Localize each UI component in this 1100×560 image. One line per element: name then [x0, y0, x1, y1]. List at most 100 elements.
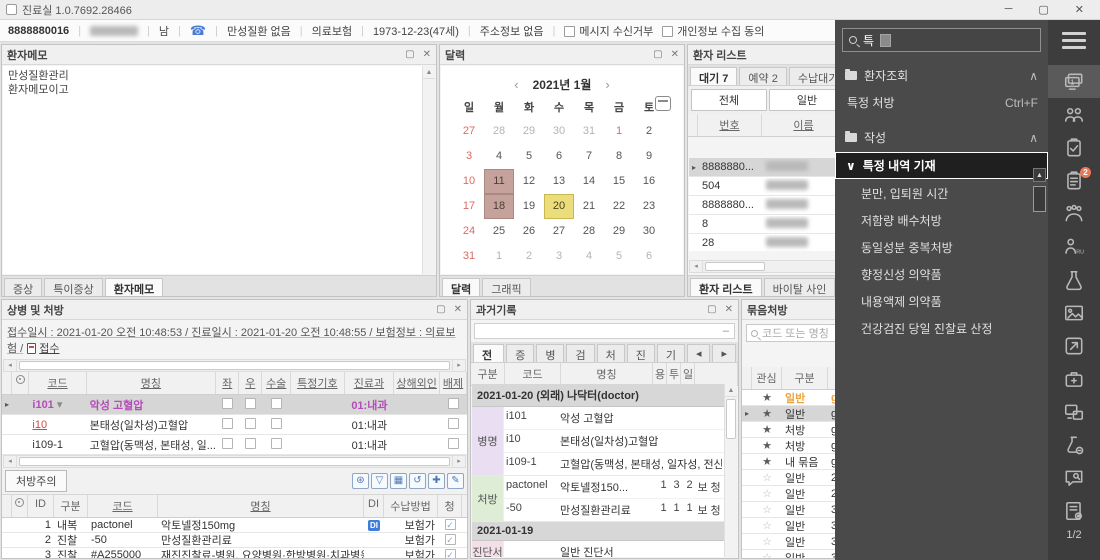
patient-list-bottom-tab-1[interactable]: 바이탈 사인 — [763, 278, 836, 296]
sidebar-item-3[interactable]: 향정신성 의약품 — [835, 261, 1048, 288]
dx-col-header[interactable]: 명칭 — [87, 372, 217, 394]
dx-check-cell[interactable] — [262, 396, 291, 414]
rx-caution-button[interactable]: 처방주의 — [5, 470, 68, 492]
dropdown-arrow-icon[interactable]: ▾ — [54, 399, 63, 411]
memo-popout-icon[interactable]: ▢ — [405, 49, 414, 60]
calendar-tab-1[interactable]: 그래픽 — [482, 278, 531, 296]
favorite-star-icon[interactable]: ☆ — [752, 549, 782, 558]
calendar-day[interactable]: 29 — [514, 119, 544, 144]
calendar-day[interactable]: 4 — [574, 244, 604, 269]
calendar-day[interactable]: 7 — [574, 144, 604, 169]
checkbox[interactable] — [444, 549, 456, 558]
history-popout-icon[interactable]: ▢ — [707, 304, 716, 315]
calendar-day[interactable]: 1 — [604, 119, 634, 144]
sidebar-section-patient-lookup[interactable]: 환자조회 ∧ — [835, 62, 1048, 89]
checkbox[interactable] — [448, 417, 460, 429]
calendar-day[interactable]: 9 — [634, 144, 664, 169]
rx-claim-cell[interactable] — [438, 517, 462, 533]
history-close-icon[interactable]: ✕ — [725, 304, 733, 315]
favorite-star-icon[interactable]: ★ — [752, 453, 782, 470]
checkbox[interactable] — [222, 397, 234, 409]
calendar-tab-0[interactable]: 달력 — [442, 278, 481, 296]
history-tabs-prev[interactable]: ◂ — [686, 344, 711, 362]
sidebar-item-4[interactable]: 내용액제 의약품 — [835, 288, 1048, 315]
dx-check-cell[interactable] — [239, 436, 262, 454]
history-tab-3[interactable]: 검사 — [566, 344, 595, 362]
chat-search-icon[interactable] — [1048, 461, 1100, 494]
dx-check-cell[interactable] — [262, 436, 291, 454]
dx-check-cell[interactable] — [216, 396, 239, 414]
calendar-close-icon[interactable]: ✕ — [671, 49, 679, 60]
checkbox[interactable] — [245, 417, 257, 429]
dx-hscroll-top[interactable]: ◂ ▸ — [3, 359, 466, 372]
rx-col-header[interactable]: DI — [364, 495, 384, 517]
gear-icon[interactable] — [12, 495, 28, 517]
calendar-icon[interactable] — [655, 96, 671, 111]
medkit-icon[interactable] — [1048, 362, 1100, 395]
flask-tag-icon[interactable] — [1048, 428, 1100, 461]
collapse-chevron-icon[interactable]: ∧ — [1029, 69, 1038, 83]
calendar-day[interactable]: 3 — [544, 244, 574, 269]
checkbox[interactable] — [271, 397, 283, 409]
calendar-popout-icon[interactable]: ▢ — [653, 49, 662, 60]
dx-hscroll-bottom[interactable]: ◂ ▸ — [3, 455, 466, 468]
favorite-star-icon[interactable]: ☆ — [752, 533, 782, 550]
rx-col-header[interactable]: 명칭 — [158, 495, 364, 517]
history-row[interactable]: i10 본태성(일차성)고혈압 — [504, 430, 724, 453]
history-tab-4[interactable]: 처방 — [596, 344, 625, 362]
patient-filter-1[interactable]: 일반 — [769, 89, 845, 111]
calendar-day[interactable]: 3 — [454, 144, 484, 169]
checkbox[interactable] — [444, 534, 456, 545]
calendar-day[interactable]: 13 — [544, 169, 574, 194]
history-date-header[interactable]: 2021-01-19 — [472, 522, 724, 541]
calendar-day[interactable]: 30 — [544, 119, 574, 144]
calendar-day[interactable]: 5 — [514, 144, 544, 169]
prev-month-button[interactable]: ‹ — [514, 77, 518, 92]
calendar-day[interactable]: 8 — [604, 144, 634, 169]
dx-check-cell[interactable] — [216, 436, 239, 454]
undo-icon[interactable]: ↺ — [409, 473, 426, 489]
dx-col-header[interactable]: 상해외인 — [394, 372, 441, 394]
patient-list-tab-0[interactable]: 대기 7 — [690, 67, 738, 85]
dx-check-cell[interactable] — [239, 416, 262, 434]
photo-icon[interactable] — [1048, 296, 1100, 329]
minimize-button[interactable]: ─ — [1005, 3, 1013, 16]
sidebar-item-1[interactable]: 저함량 배수처방 — [835, 207, 1048, 234]
sidebar-item-2[interactable]: 동일성분 중복처방 — [835, 234, 1048, 261]
patient-col-header[interactable]: 이름 — [762, 114, 846, 136]
checkbox[interactable] — [245, 437, 257, 449]
memo-close-icon[interactable]: ✕ — [423, 49, 431, 60]
rx-col-header[interactable]: 구분 — [54, 495, 88, 517]
favorite-star-icon[interactable]: ☆ — [752, 501, 782, 518]
calendar-day[interactable]: 1 — [484, 244, 514, 269]
grid-icon[interactable]: ▦ — [390, 473, 407, 489]
dx-col-header[interactable]: 코드 — [29, 372, 87, 394]
dx-col-header[interactable]: 특정기호 — [291, 372, 345, 394]
calendar-day[interactable]: 2 — [514, 244, 544, 269]
team-icon[interactable] — [1048, 98, 1100, 131]
privacy-consent-checkbox[interactable]: 개인정보 수집 동의 — [662, 23, 764, 39]
history-col-header[interactable]: 일 — [681, 363, 695, 385]
history-row[interactable]: i101 악성 고혈압 — [504, 407, 724, 430]
favorite-star-icon[interactable]: ☆ — [752, 485, 782, 502]
clipboard-check-icon[interactable] — [1048, 131, 1100, 164]
checkbox[interactable] — [444, 519, 456, 530]
sidebar-scrollbar[interactable]: ▲ — [1033, 168, 1046, 556]
dx-row[interactable]: i10 본태성(일차성)고혈압 01:내과 — [2, 415, 467, 435]
dx-exclude-cell[interactable] — [440, 416, 467, 434]
history-col-header[interactable]: 투 — [667, 363, 681, 385]
dx-popout-icon[interactable]: ▢ — [436, 304, 445, 315]
patient-filter-0[interactable]: 전체 — [691, 89, 767, 111]
calendar-day[interactable]: 26 — [514, 219, 544, 244]
sidebar-search-input[interactable]: 특 — [842, 28, 1041, 52]
history-tab-6[interactable]: 기록지 — [656, 344, 685, 362]
flask-icon[interactable] — [1048, 263, 1100, 296]
calendar-day[interactable]: 29 — [604, 219, 634, 244]
calendar-day[interactable]: 5 — [604, 244, 634, 269]
patient-list-tab-1[interactable]: 예약 2 — [739, 67, 787, 85]
history-tab-2[interactable]: 병명 — [536, 344, 565, 362]
calendar-day[interactable]: 23 — [634, 194, 664, 219]
calendar-day[interactable]: 11 — [484, 169, 514, 194]
history-tabs-next[interactable]: ▸ — [712, 344, 736, 362]
next-month-button[interactable]: › — [605, 77, 609, 92]
